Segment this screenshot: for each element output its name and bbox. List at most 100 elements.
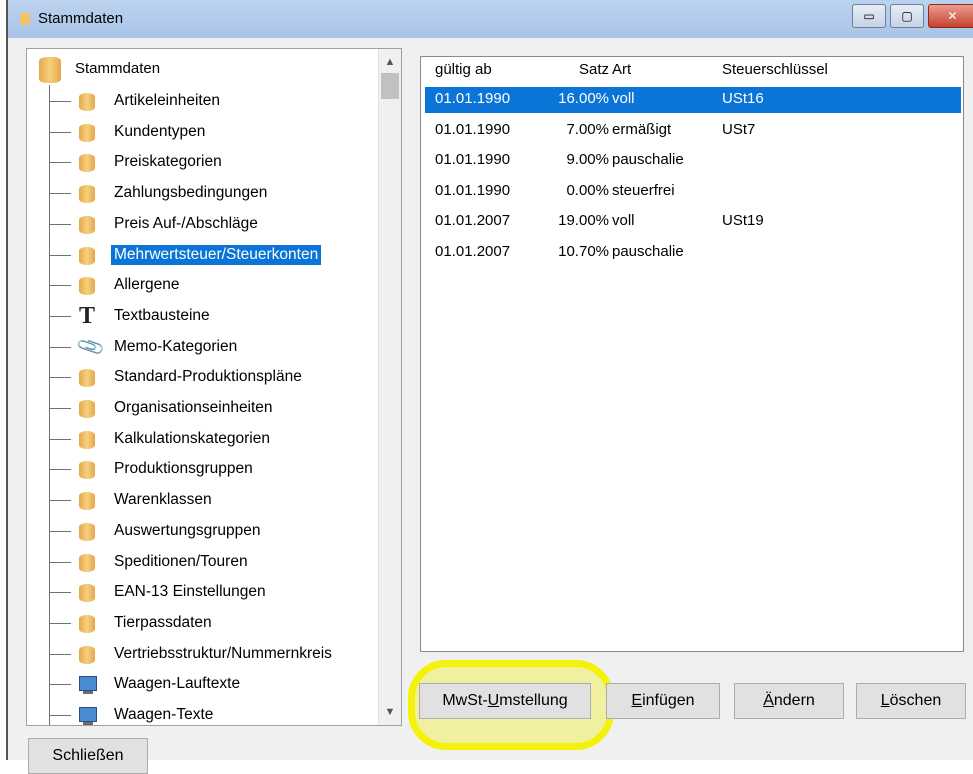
cell-type: pauschalie (612, 151, 684, 168)
col-header-type[interactable]: Art (612, 61, 631, 78)
table-row[interactable]: 01.01.2007 19.00% voll USt19 (425, 209, 961, 235)
tree-connector-line (49, 500, 71, 502)
close-window-button[interactable]: ✕ (928, 4, 973, 28)
insert-button[interactable]: Einfügen (606, 683, 720, 719)
database-icon (79, 614, 95, 633)
tree-connector-line (49, 715, 71, 716)
tree-item[interactable]: Kalkulationskategorien (49, 425, 394, 455)
scroll-down-arrow-icon[interactable]: ▼ (379, 702, 401, 722)
tree-item[interactable]: Preiskategorien (49, 148, 394, 178)
list-header: gültig ab Satz Art Steuerschlüssel (421, 61, 961, 85)
database-icon (79, 553, 95, 572)
cell-type: voll (612, 212, 635, 229)
cell-valid-from: 01.01.1990 (435, 120, 511, 138)
tree-connector-line (49, 193, 71, 195)
tree-connector-line (49, 469, 71, 471)
tree-item[interactable]: 📎 Memo-Kategorien (49, 332, 394, 363)
minimize-button[interactable]: ▭ (852, 4, 886, 28)
tree-item-label: Allergene (114, 276, 180, 294)
tree-item[interactable]: Organisationseinheiten (49, 394, 394, 424)
database-icon (79, 246, 95, 265)
tree-connector-line (49, 346, 71, 348)
database-icon (79, 584, 95, 603)
tree-item-label: EAN-13 Einstellungen (114, 583, 266, 601)
cell-tax-key: USt16 (722, 90, 764, 107)
tree-item[interactable]: Artikeleinheiten (49, 87, 394, 117)
table-row[interactable]: 01.01.1990 9.00% pauschalie (425, 148, 961, 174)
database-icon (79, 492, 95, 511)
tree-item-label: Warenklassen (114, 491, 212, 509)
tree-item[interactable]: Warenklassen (49, 486, 394, 516)
tree-item-label: Memo-Kategorien (114, 337, 238, 355)
tree-item[interactable]: Allergene (49, 271, 394, 301)
tree-item-label: Mehrwertsteuer/Steuerkonten (111, 244, 322, 265)
tree-item[interactable]: Tierpassdaten (49, 609, 394, 639)
database-icon (79, 93, 95, 111)
stammdaten-window: Stammdaten ▭ ▢ ✕ Stammdaten Artikeleinhe… (6, 0, 973, 774)
tree-item[interactable]: Produktionsgruppen (49, 455, 394, 485)
tree-item-label: Auswertungsgruppen (114, 521, 261, 539)
table-row[interactable]: 01.01.1990 0.00% steuerfrei (425, 179, 961, 205)
tree-item-label: Preiskategorien (114, 153, 222, 171)
table-row[interactable]: 01.01.1990 7.00% ermäßigt USt7 (425, 118, 961, 144)
tree-item[interactable]: Standard-Produktionspläne (49, 363, 394, 393)
tree-item[interactable]: Zahlungsbedingungen (49, 179, 394, 209)
tree-root-label: Stammdaten (75, 60, 161, 77)
col-header-tax-key[interactable]: Steuerschlüssel (722, 61, 828, 78)
database-icon (79, 277, 95, 296)
database-icon (79, 461, 95, 480)
tree-item[interactable]: Speditionen/Touren (49, 548, 394, 578)
table-row[interactable]: 01.01.1990 16.00% voll USt16 (425, 87, 961, 113)
database-icon (39, 57, 61, 83)
col-header-rate[interactable]: Satz (519, 61, 609, 78)
tree-item[interactable]: Auswertungsgruppen (49, 517, 394, 547)
tree-item[interactable]: Waagen-Texte (49, 701, 394, 725)
title-bar: Stammdaten ▭ ▢ ✕ (8, 0, 973, 38)
cell-rate: 19.00% (558, 212, 609, 229)
tree-scrollbar[interactable]: ▲ ▼ (378, 49, 401, 725)
scroll-up-arrow-icon[interactable]: ▲ (379, 52, 401, 72)
change-button[interactable]: Ändern (734, 683, 844, 719)
tree-item-label: Preis Auf-/Abschläge (114, 214, 258, 232)
tree-item[interactable]: Vertriebsstruktur/Nummernkreis (49, 640, 394, 670)
stammdaten-tree[interactable]: Stammdaten Artikeleinheiten Kundentypen Pr… (26, 48, 402, 726)
tree-item-label: Produktionsgruppen (114, 460, 253, 478)
tree-connector-line (49, 101, 71, 102)
tree-item[interactable]: Kundentypen (49, 118, 394, 148)
tree-item-label: Speditionen/Touren (114, 552, 248, 570)
tree-item[interactable]: Waagen-Lauftexte (49, 670, 394, 700)
tree-connector-line (49, 408, 71, 409)
tree-item[interactable]: Preis Auf-/Abschläge (49, 210, 394, 240)
tree-connector-line (49, 561, 71, 563)
delete-button[interactable]: Löschen (856, 683, 966, 719)
close-button[interactable]: Schließen (28, 738, 148, 774)
tree-item[interactable]: EAN-13 Einstellungen (49, 578, 394, 608)
tree-connector-line (49, 223, 71, 225)
cell-rate: 9.00% (566, 151, 609, 168)
monitor-icon (79, 676, 97, 695)
detail-panel: gültig ab Satz Art Steuerschlüssel 01.01… (408, 48, 968, 750)
tree-connector-line (49, 622, 71, 624)
tree-connector-line (49, 592, 71, 594)
tree-item-label: Textbausteine (114, 306, 210, 324)
tree-item-label: Tierpassdaten (114, 613, 212, 631)
mwst-umstellung-button[interactable]: MwSt-Umstellung (419, 683, 591, 719)
cell-rate: 0.00% (566, 181, 609, 199)
cell-valid-from: 01.01.1990 (435, 181, 511, 199)
tree-item-label: Waagen-Texte (114, 706, 214, 723)
scrollbar-thumb[interactable] (381, 73, 399, 99)
tree-item[interactable]: Mehrwertsteuer/Steuerkonten (49, 241, 394, 271)
monitor-icon (79, 707, 97, 725)
cell-valid-from: 01.01.2007 (435, 242, 511, 260)
maximize-button[interactable]: ▢ (890, 4, 924, 28)
database-icon (79, 430, 95, 449)
database-icon (79, 185, 95, 204)
col-header-valid-from[interactable]: gültig ab (435, 61, 492, 78)
tree-connector-line (49, 162, 71, 164)
tree-item[interactable]: T Textbausteine (49, 302, 394, 332)
database-icon (79, 400, 95, 418)
tree-item-label: Zahlungsbedingungen (114, 184, 268, 202)
tree-connector-line (49, 254, 71, 256)
table-row[interactable]: 01.01.2007 10.70% pauschalie (425, 240, 961, 266)
vat-list[interactable]: gültig ab Satz Art Steuerschlüssel 01.01… (420, 56, 964, 652)
